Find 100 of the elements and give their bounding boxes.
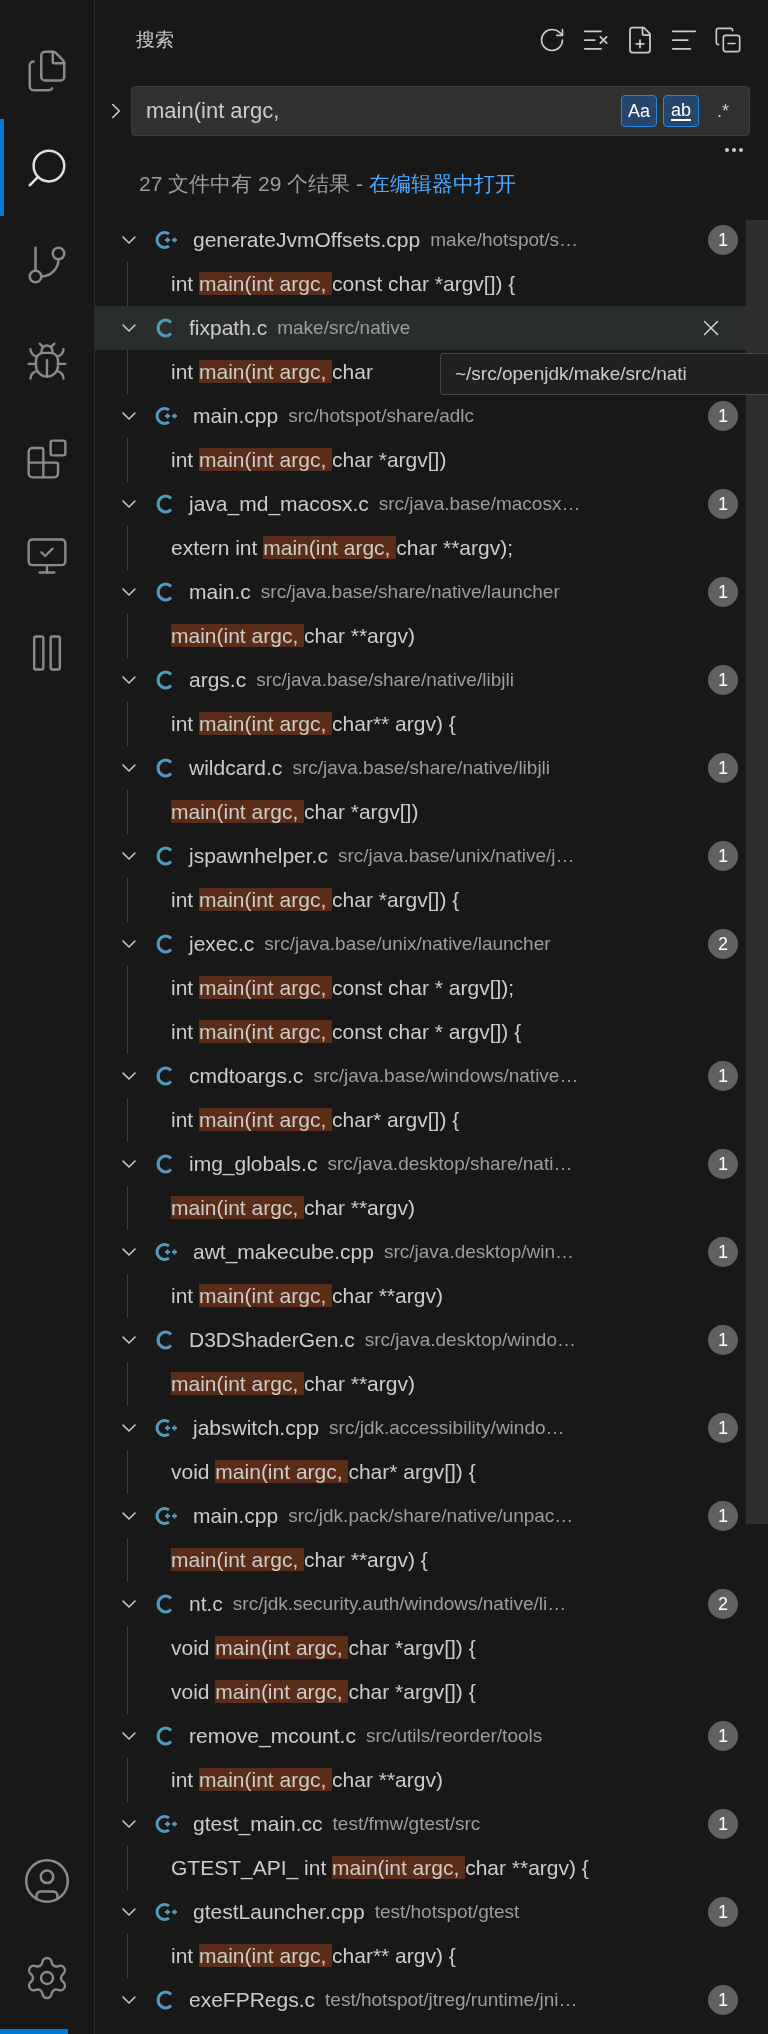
match-line[interactable]: void main(int argc, char *argv[]) { — [171, 1636, 476, 1660]
file-row-highlight[interactable]: fixpath.c make/src/native — [95, 306, 746, 350]
file-path: make/hotspot/s… — [430, 229, 580, 251]
file-name[interactable]: fixpath.c — [189, 316, 268, 340]
file-path: test/hotspot/gtest — [374, 1901, 521, 1923]
file-path: src/java.base/unix/native/j… — [337, 845, 576, 867]
count-badge: 2 — [708, 929, 738, 959]
file-name[interactable]: jabswitch.cpp — [193, 1416, 320, 1440]
file-name[interactable]: jspawnhelper.c — [189, 844, 328, 868]
c-file-icon — [155, 757, 175, 779]
count-badge: 1 — [708, 1237, 738, 1267]
c-file-icon — [155, 1153, 175, 1175]
file-path: src/java.base/unix/native/launcher — [264, 933, 552, 955]
file-path: src/java.base/share/native/libjli — [292, 757, 552, 779]
count-badge: 1 — [708, 401, 738, 431]
match-line[interactable]: int main(int argc, const char * argv[]); — [171, 976, 515, 1000]
c-file-icon — [155, 317, 175, 339]
match-line[interactable]: void main(int argc, char *argv[]) { — [171, 1680, 476, 1704]
file-path: src/jdk.accessibility/windo… — [329, 1417, 566, 1439]
match-line[interactable]: int main(int argc, char *argv[]) — [171, 448, 447, 472]
count-badge: 1 — [708, 1501, 738, 1531]
file-name[interactable]: nt.c — [189, 1592, 223, 1616]
file-name[interactable]: jexec.c — [189, 932, 255, 956]
file-name[interactable]: gtestLauncher.cpp — [193, 1900, 365, 1924]
whole-word-toggle[interactable]: ab — [663, 95, 699, 127]
file-name[interactable]: java_md_macosx.c — [189, 492, 369, 516]
c-file-icon — [155, 1329, 175, 1351]
c-file-icon — [155, 933, 175, 955]
cpp-file-icon — [155, 1901, 179, 1923]
panel-title: 搜索 — [136, 28, 175, 52]
file-path: src/hotspot/share/adlc — [288, 405, 476, 427]
match-line[interactable]: int main(int argc, char *argv[]) { — [171, 888, 460, 912]
match-line[interactable]: int main(int argc, char **argv) — [171, 1284, 443, 1308]
count-badge: 1 — [708, 1061, 738, 1091]
file-path: src/jdk.security.auth/windows/native/li… — [232, 1593, 568, 1615]
match-line[interactable]: int main(int argc, const char *argv[]) { — [171, 272, 516, 296]
match-line[interactable]: extern int main(int argc, char **argv); — [171, 536, 513, 560]
match-line[interactable]: int main(int argc, char **argv) — [171, 1768, 443, 1792]
file-path: make/src/native — [277, 317, 412, 339]
match-line[interactable]: int main(int argc, char** argv) { — [171, 1944, 456, 1968]
file-path: test/hotspot/jtreg/runtime/jni… — [325, 1989, 579, 2011]
file-name[interactable]: generateJvmOffsets.cpp — [193, 228, 421, 252]
match-line[interactable]: GTEST_API_ int main(int argc, char **argv) { — [171, 1856, 589, 1880]
c-file-icon — [155, 1065, 175, 1087]
count-badge: 1 — [708, 1413, 738, 1443]
search-field[interactable]: main(int argc, Aa ab .* — [131, 86, 750, 136]
c-file-icon — [155, 1989, 175, 2011]
file-path: src/java.base/windows/native… — [313, 1065, 580, 1087]
file-name[interactable]: img_globals.c — [189, 1152, 318, 1176]
count-badge: 1 — [708, 1149, 738, 1179]
file-name[interactable]: remove_mcount.c — [189, 1724, 356, 1748]
open-in-editor-link[interactable]: 在编辑器中打开 — [368, 172, 516, 195]
count-badge: 1 — [708, 1809, 738, 1839]
cpp-file-icon — [155, 1241, 179, 1263]
match-line[interactable]: int main(int argc, char** argv) { — [171, 712, 456, 736]
path-tooltip: ~/src/openjdk/make/src/nati — [440, 353, 768, 395]
c-file-icon — [155, 581, 175, 603]
file-path: test/fmw/gtest/src — [332, 1813, 482, 1835]
count-badge: 1 — [708, 841, 738, 871]
file-name[interactable]: args.c — [189, 668, 247, 692]
c-file-icon — [155, 1725, 175, 1747]
count-badge: 1 — [708, 1721, 738, 1751]
file-path: src/java.base/share/native/libjli — [256, 669, 515, 691]
file-name[interactable]: D3DShaderGen.c — [189, 1328, 355, 1352]
match-line[interactable]: main(int argc, char **argv) { — [171, 1548, 428, 1572]
file-name[interactable]: awt_makecube.cpp — [193, 1240, 374, 1264]
count-badge: 1 — [708, 753, 738, 783]
file-path: src/utils/reorder/tools — [365, 1725, 544, 1747]
match-line[interactable]: int main(int argc, char* argv[]) { — [171, 1108, 460, 1132]
scrollbar-thumb[interactable] — [746, 220, 768, 1524]
file-name[interactable]: cmdtoargs.c — [189, 1064, 304, 1088]
file-path: src/java.base/share/native/launcher — [260, 581, 561, 603]
count-badge: 2 — [708, 1589, 738, 1619]
c-file-icon — [155, 493, 175, 515]
regex-toggle[interactable]: .* — [705, 95, 741, 127]
file-name[interactable]: gtest_main.cc — [193, 1812, 323, 1836]
cpp-file-icon — [155, 229, 179, 251]
file-path: src/java.desktop/win… — [383, 1241, 576, 1263]
file-name[interactable]: main.c — [189, 580, 251, 604]
file-name[interactable]: wildcard.c — [189, 756, 283, 780]
file-name[interactable]: exeFPRegs.c — [189, 1988, 316, 2012]
count-badge: 1 — [708, 665, 738, 695]
file-name[interactable]: main.cpp — [193, 1504, 279, 1528]
match-line[interactable]: void main(int argc, char* argv[]) { — [171, 1460, 476, 1484]
count-badge: 1 — [708, 1897, 738, 1927]
file-path: src/java.desktop/share/nati… — [327, 1153, 574, 1175]
count-badge: 1 — [708, 577, 738, 607]
c-file-icon — [155, 845, 175, 867]
status-bar-item — [0, 2029, 68, 2034]
count-badge: 1 — [708, 489, 738, 519]
file-name[interactable]: main.cpp — [193, 404, 279, 428]
cpp-file-icon — [155, 1417, 179, 1439]
match-case-toggle[interactable]: Aa — [621, 95, 657, 127]
count-badge: 1 — [708, 1325, 738, 1355]
count-badge: 1 — [708, 1985, 738, 2015]
file-path: src/jdk.pack/share/native/unpac… — [288, 1505, 575, 1527]
count-badge: 1 — [708, 225, 738, 255]
c-file-icon — [155, 1593, 175, 1615]
cpp-file-icon — [155, 405, 179, 427]
match-line[interactable]: int main(int argc, const char * argv[]) { — [171, 1020, 522, 1044]
